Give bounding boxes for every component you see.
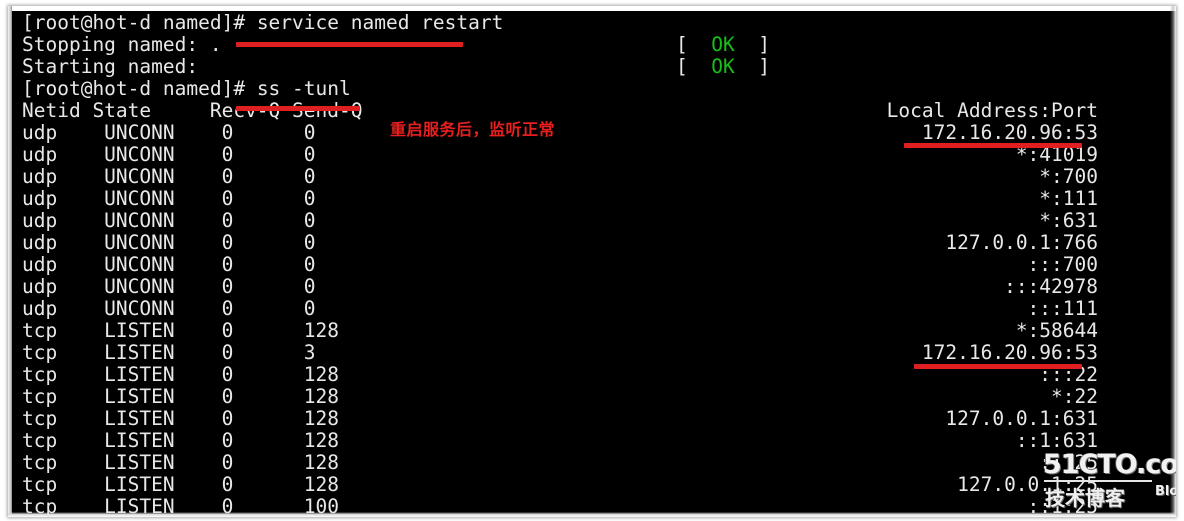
terminal-line-command-restart: [root@hot-d named]# service named restar… — [8, 12, 1176, 34]
table-row: tcp LISTEN 0 128:::25 — [8, 452, 1176, 474]
shell-prompt: [root@hot-d named]# — [22, 77, 246, 100]
terminal-console[interactable]: [root@hot-d named]# service named restar… — [8, 6, 1176, 518]
command-line-ss: [root@hot-d named]# ss -tunl — [22, 78, 351, 100]
table-row: tcp LISTEN 0 128 127.0.0.1:25 — [8, 474, 1176, 496]
table-row-address: *:22 — [1051, 385, 1098, 408]
table-row-address: 127.0.0.1:766 — [945, 231, 1098, 254]
table-row-address: 127.0.0.1:25 — [957, 473, 1098, 496]
status-bracket-close: ] — [758, 55, 770, 78]
table-row-address: :::42978 — [1004, 275, 1098, 298]
table-row: tcp LISTEN 0 128 127.0.0.1:631 — [8, 408, 1176, 430]
table-row-address: :::700 — [1027, 253, 1098, 276]
table-row: udp UNCONN 0 0:::700 — [8, 254, 1176, 276]
table-row: tcp LISTEN 0 100::1:25 — [8, 495, 1176, 518]
underline-restart-command — [236, 42, 463, 47]
status-badge-stopping: [ OK ] — [676, 34, 770, 56]
table-row-address: :::111 — [1027, 297, 1098, 320]
underline-udp-dns-address — [904, 143, 1082, 148]
table-row: udp UNCONN 0 0 *:111 — [8, 188, 1176, 210]
table-header-row: Netid State Recv-Q Send-Q Local Address:… — [8, 100, 1176, 122]
status-bracket-open: [ — [676, 33, 688, 56]
underline-tcp-dns-address — [914, 364, 1082, 369]
table-row: udp UNCONN 0 0 127.0.0.1:766 — [8, 232, 1176, 254]
table-row-address: ::1:631 — [1015, 429, 1098, 452]
terminal-line-stopping: Stopping named: . [ OK ] — [8, 34, 1176, 56]
status-ok-label: OK — [711, 55, 735, 78]
command-text-restart: service named restart — [256, 11, 504, 34]
table-row-address: *:58644 — [1015, 319, 1098, 342]
table-row-address: 127.0.0.1:631 — [945, 407, 1098, 430]
terminal-window[interactable]: [root@hot-d named]# service named restar… — [8, 6, 1176, 517]
status-ok-label: OK — [711, 33, 735, 56]
table-row: udp UNCONN 0 0:::111 — [8, 298, 1176, 320]
table-row-address: *:631 — [1039, 209, 1098, 232]
status-bracket-open: [ — [676, 55, 688, 78]
starting-named-text: Starting named: — [22, 55, 199, 78]
table-row: tcp LISTEN 0 128 *:58644 — [8, 320, 1176, 342]
terminal-line-starting: Starting named: [ OK ] — [8, 56, 1176, 78]
terminal-line-command-ss: [root@hot-d named]# ss -tunl — [8, 78, 1176, 100]
table-row: udp UNCONN 0 0:::42978 — [8, 276, 1176, 298]
table-row: udp UNCONN 0 0 *:631 — [8, 210, 1176, 232]
table-row-address: *:111 — [1039, 187, 1098, 210]
table-row: tcp LISTEN 0 128 *:22 — [8, 386, 1176, 408]
stopping-named-text: Stopping named: . — [22, 33, 222, 56]
table-row: udp UNCONN 0 0 172.16.20.96:53 — [8, 122, 1176, 144]
table-row: tcp LISTEN 0 3 172.16.20.96:53 — [8, 342, 1176, 364]
underline-ss-command — [236, 106, 360, 111]
table-row-address: :::25 — [1039, 451, 1098, 474]
table-row-address: ::1:25 — [1027, 495, 1098, 518]
table-row-address: *:700 — [1039, 165, 1098, 188]
annotation-note: 重启服务后，监听正常 — [390, 120, 556, 139]
status-bracket-close: ] — [758, 33, 770, 56]
command-line-restart: [root@hot-d named]# service named restar… — [22, 12, 503, 34]
shell-prompt: [root@hot-d named]# — [22, 11, 246, 34]
command-text-ss: ss -tunl — [256, 77, 351, 100]
table-row-address: 172.16.20.96:53 — [921, 341, 1098, 364]
table-row: tcp LISTEN 0 128::1:631 — [8, 430, 1176, 452]
table-row: udp UNCONN 0 0 *:700 — [8, 166, 1176, 188]
status-badge-starting: [ OK ] — [676, 56, 770, 78]
